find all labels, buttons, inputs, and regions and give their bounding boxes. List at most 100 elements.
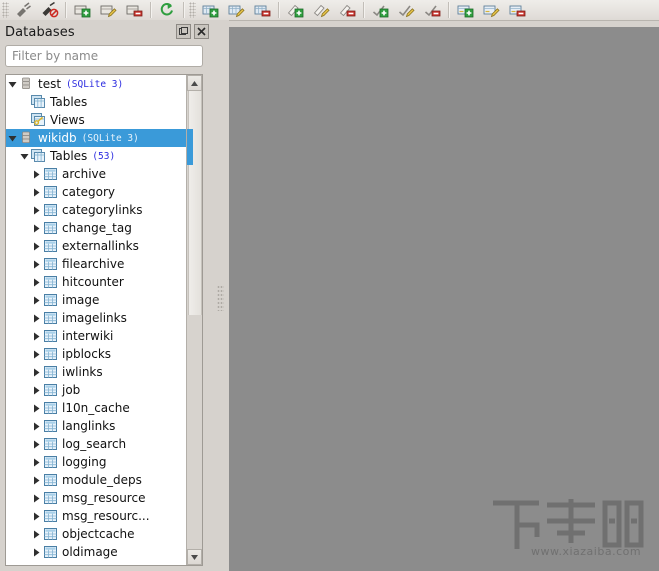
tree-item-label: test — [38, 77, 62, 91]
scroll-down-button[interactable] — [187, 549, 202, 565]
table-icon — [42, 327, 58, 345]
add-trigger-button[interactable] — [367, 1, 393, 19]
chevron-right-icon[interactable] — [30, 435, 42, 453]
chevron-right-icon[interactable] — [30, 327, 42, 345]
tree-item-tables[interactable]: Tables (53) — [6, 147, 187, 165]
chevron-down-icon[interactable] — [6, 75, 18, 93]
disconnect-icon — [42, 1, 58, 18]
tree-item-suffix: (SQLite 3) — [66, 78, 124, 90]
delete-database-button[interactable] — [121, 1, 147, 19]
tree-item-views[interactable]: Views — [6, 111, 187, 129]
tree-item-category[interactable]: category — [6, 183, 187, 201]
search-input[interactable] — [5, 45, 203, 67]
scrollbar-thumb[interactable] — [187, 129, 193, 165]
tree-item-label: logging — [62, 455, 107, 469]
tree-item-msg_resourc-[interactable]: msg_resourc... — [6, 507, 187, 525]
connect-button[interactable] — [10, 1, 36, 19]
tree-item-test[interactable]: test (SQLite 3) — [6, 75, 187, 93]
databases-panel: Databases test(SQLite 3)TablesVi — [0, 20, 214, 571]
tree-item-ipblocks[interactable]: ipblocks — [6, 345, 187, 363]
delete-view-button[interactable] — [504, 1, 530, 19]
chevron-right-icon[interactable] — [30, 345, 42, 363]
close-panel-button[interactable] — [194, 24, 209, 39]
delete-database-icon — [126, 5, 142, 17]
tree-item-label: job — [62, 383, 81, 397]
chevron-right-icon[interactable] — [30, 525, 42, 543]
chevron-right-icon[interactable] — [30, 255, 42, 273]
delete-index-button[interactable] — [334, 1, 360, 19]
tree-item-archive[interactable]: archive — [6, 165, 187, 183]
refresh-button[interactable] — [154, 1, 180, 19]
tree-item-job[interactable]: job — [6, 381, 187, 399]
table-icon — [42, 471, 58, 489]
tree-item-image[interactable]: image — [6, 291, 187, 309]
chevron-right-icon[interactable] — [30, 201, 42, 219]
scroll-down-icon — [191, 554, 198, 560]
tree-vertical-scrollbar[interactable] — [186, 75, 202, 565]
chevron-right-icon[interactable] — [30, 507, 42, 525]
tree-item-langlinks[interactable]: langlinks — [6, 417, 187, 435]
tree-item-msg_resource[interactable]: msg_resource — [6, 489, 187, 507]
chevron-down-icon[interactable] — [18, 147, 30, 165]
panel-title-bar: Databases — [0, 20, 214, 44]
tree-item-wikidb[interactable]: wikidb (SQLite 3) — [6, 129, 187, 147]
tree-item-interwiki[interactable]: interwiki — [6, 327, 187, 345]
triangle-down-icon — [8, 81, 16, 87]
tree-item-oldimage[interactable]: oldimage — [6, 543, 187, 561]
tree-item-iwlinks[interactable]: iwlinks — [6, 363, 187, 381]
chevron-right-icon[interactable] — [30, 309, 42, 327]
triangle-right-icon — [33, 296, 39, 304]
chevron-right-icon[interactable] — [30, 165, 42, 183]
table-icon — [42, 201, 58, 219]
tree-item-module_deps[interactable]: module_deps — [6, 471, 187, 489]
tree-item-label: externallinks — [62, 239, 139, 253]
add-database-button[interactable] — [69, 1, 95, 19]
tree-item-label: objectcache — [62, 527, 135, 541]
close-icon — [197, 27, 206, 36]
chevron-right-icon[interactable] — [30, 237, 42, 255]
chevron-right-icon[interactable] — [30, 489, 42, 507]
tree-item-logging[interactable]: logging — [6, 453, 187, 471]
add-index-button[interactable] — [282, 1, 308, 19]
tree-item-change_tag[interactable]: change_tag — [6, 219, 187, 237]
triangle-right-icon — [33, 386, 39, 394]
chevron-right-icon[interactable] — [30, 183, 42, 201]
edit-view-button[interactable] — [478, 1, 504, 19]
float-panel-button[interactable] — [176, 24, 191, 39]
panel-splitter[interactable] — [214, 20, 229, 571]
chevron-down-icon[interactable] — [6, 129, 18, 147]
toolbar-grip[interactable] — [2, 2, 9, 18]
chevron-right-icon[interactable] — [30, 363, 42, 381]
chevron-right-icon[interactable] — [30, 543, 42, 561]
tree-item-hitcounter[interactable]: hitcounter — [6, 273, 187, 291]
edit-trigger-button[interactable] — [393, 1, 419, 19]
chevron-right-icon[interactable] — [30, 399, 42, 417]
scroll-up-button[interactable] — [187, 75, 202, 91]
edit-table-button[interactable] — [223, 1, 249, 19]
delete-table-button[interactable] — [249, 1, 275, 19]
delete-trigger-button[interactable] — [419, 1, 445, 19]
chevron-right-icon[interactable] — [30, 381, 42, 399]
disconnect-button[interactable] — [36, 1, 62, 19]
chevron-right-icon[interactable] — [30, 291, 42, 309]
add-view-button[interactable] — [452, 1, 478, 19]
chevron-right-icon[interactable] — [30, 453, 42, 471]
tree-item-filearchive[interactable]: filearchive — [6, 255, 187, 273]
chevron-right-icon[interactable] — [30, 471, 42, 489]
toolbar-grip[interactable] — [189, 2, 196, 18]
scrollbar-trough[interactable] — [188, 91, 202, 315]
table-icon — [42, 237, 58, 255]
chevron-right-icon[interactable] — [30, 417, 42, 435]
chevron-right-icon[interactable] — [30, 219, 42, 237]
edit-index-button[interactable] — [308, 1, 334, 19]
add-table-button[interactable] — [197, 1, 223, 19]
tree-item-categorylinks[interactable]: categorylinks — [6, 201, 187, 219]
tree-item-log_search[interactable]: log_search — [6, 435, 187, 453]
tree-item-tables[interactable]: Tables — [6, 93, 187, 111]
tree-item-externallinks[interactable]: externallinks — [6, 237, 187, 255]
tree-item-imagelinks[interactable]: imagelinks — [6, 309, 187, 327]
edit-database-button[interactable] — [95, 1, 121, 19]
tree-item-l10n_cache[interactable]: l10n_cache — [6, 399, 187, 417]
chevron-right-icon[interactable] — [30, 273, 42, 291]
tree-item-objectcache[interactable]: objectcache — [6, 525, 187, 543]
